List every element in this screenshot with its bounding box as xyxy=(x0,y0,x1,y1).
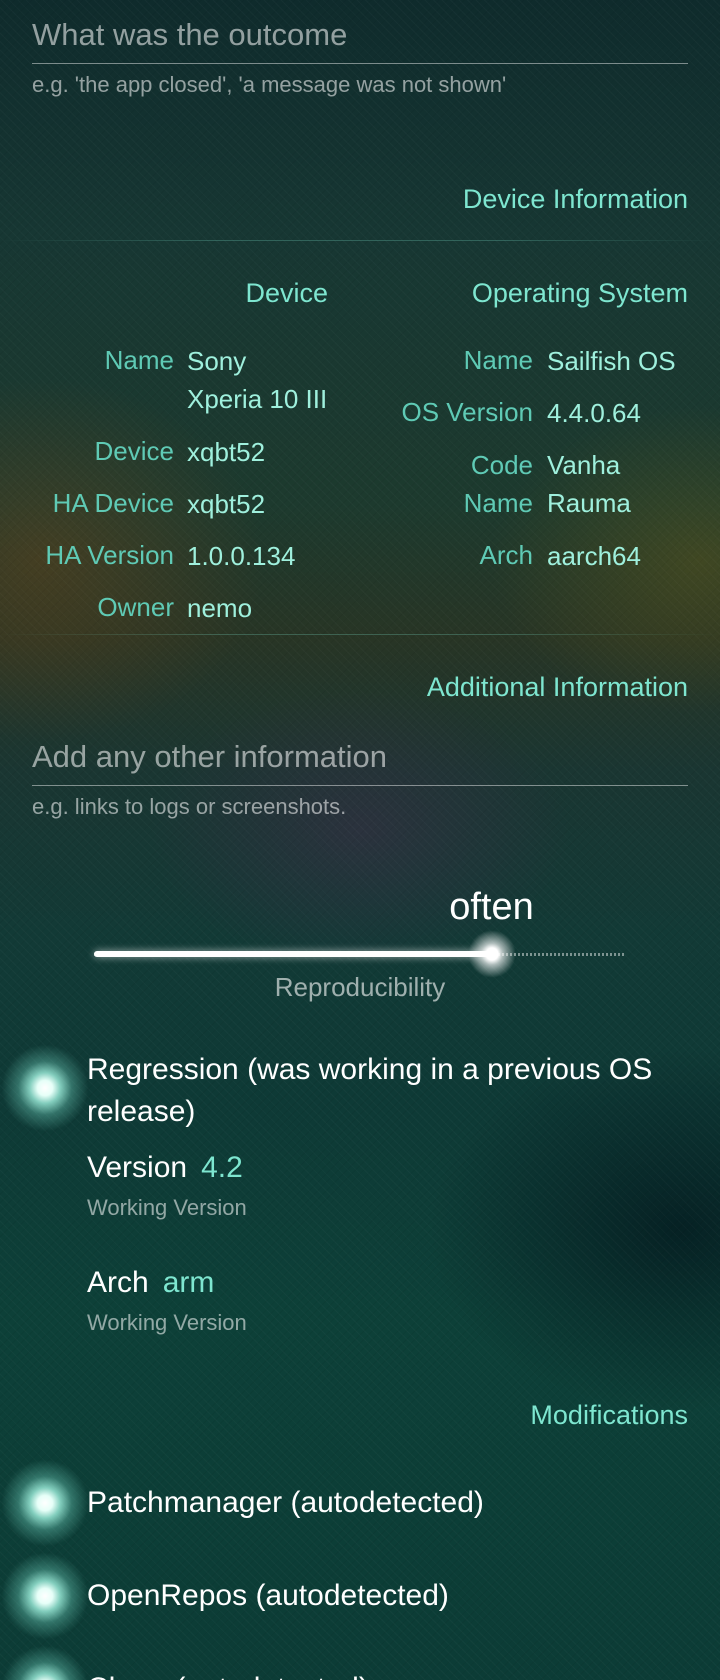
regression-switch-indicator xyxy=(0,1043,90,1133)
regression-switch[interactable]: Regression (was working in a previous OS… xyxy=(0,1040,720,1133)
ha-device-label: HA Device xyxy=(52,488,174,518)
additional-info-hint: e.g. links to logs or screenshots. xyxy=(32,794,347,819)
chum-label: Chum (autodetected) xyxy=(87,1668,369,1680)
modifications-header: Modifications xyxy=(530,1400,688,1430)
device-information-header: Device Information xyxy=(462,184,688,214)
device-name-value: Sony Xperia 10 III xyxy=(187,346,328,414)
outcome-underline xyxy=(32,63,688,64)
arch-combo[interactable]: Arch arm Working Version xyxy=(0,1260,720,1340)
arch-combo-label: Arch xyxy=(87,1266,149,1299)
version-combo[interactable]: Version 4.2 Working Version xyxy=(0,1145,720,1225)
slider-fill xyxy=(94,951,492,957)
arch-combo-value: arm xyxy=(162,1266,215,1299)
ha-version-value: 1.0.0.134 xyxy=(187,541,296,571)
ha-version-label: HA Version xyxy=(45,540,174,570)
os-codename-label: Code Name xyxy=(463,450,533,518)
additional-info-placeholder: Add any other information xyxy=(32,739,387,774)
os-column-title: Operating System xyxy=(471,278,688,308)
owner-label: Owner xyxy=(97,592,174,622)
os-version-value: 4.4.0.64 xyxy=(547,398,641,428)
os-version-label: OS Version xyxy=(401,397,533,427)
slider-handle[interactable] xyxy=(467,930,516,978)
version-combo-row: Version 4.2 xyxy=(87,1151,243,1185)
device-info-separator xyxy=(0,240,720,241)
openrepos-switch[interactable]: OpenRepos (autodetected) xyxy=(0,1551,720,1643)
additional-info-underline xyxy=(32,785,688,786)
patchmanager-label: Patchmanager (autodetected) xyxy=(87,1486,484,1519)
regression-label: Regression (was working in a previous OS… xyxy=(87,1053,653,1128)
owner-value: nemo xyxy=(187,593,253,623)
version-combo-label: Version xyxy=(87,1151,188,1184)
outcome-hint: e.g. 'the app closed', 'a message was no… xyxy=(32,72,507,97)
reproducibility-slider[interactable]: often Reproducibility xyxy=(60,880,660,1010)
device-name-label: Name xyxy=(104,345,174,375)
device-device-label: Device xyxy=(94,436,174,466)
device-device-value: xqbt52 xyxy=(187,437,266,467)
slider-label: Reproducibility xyxy=(274,972,446,1002)
openrepos-label: OpenRepos (autodetected) xyxy=(87,1579,449,1612)
version-combo-value: 4.2 xyxy=(201,1151,243,1184)
slider-value-text: often xyxy=(449,886,534,928)
version-combo-description: Working Version xyxy=(87,1195,247,1220)
device-column-title: Device xyxy=(245,278,328,308)
os-codename-value: Vanha Rauma xyxy=(547,450,631,518)
patchmanager-switch[interactable]: Patchmanager (autodetected) xyxy=(0,1458,720,1550)
device-info-bottom-separator xyxy=(0,634,720,635)
openrepos-switch-indicator xyxy=(0,1551,90,1641)
os-name-label: Name xyxy=(463,345,533,375)
os-arch-value: aarch64 xyxy=(547,541,641,571)
additional-information-header: Additional Information xyxy=(426,672,688,702)
patchmanager-switch-indicator xyxy=(0,1458,90,1548)
chum-switch-indicator xyxy=(0,1644,90,1680)
outcome-field[interactable]: What was the outcome xyxy=(32,12,688,64)
ha-device-value: xqbt52 xyxy=(187,489,266,519)
chum-switch[interactable]: Chum (autodetected) xyxy=(0,1644,720,1680)
os-arch-label: Arch xyxy=(479,540,533,570)
arch-combo-description: Working Version xyxy=(87,1310,247,1335)
arch-combo-row: Arch arm xyxy=(87,1266,214,1300)
outcome-placeholder: What was the outcome xyxy=(32,17,348,52)
os-name-value: Sailfish OS xyxy=(547,346,676,376)
additional-info-field[interactable]: Add any other information xyxy=(32,734,688,784)
